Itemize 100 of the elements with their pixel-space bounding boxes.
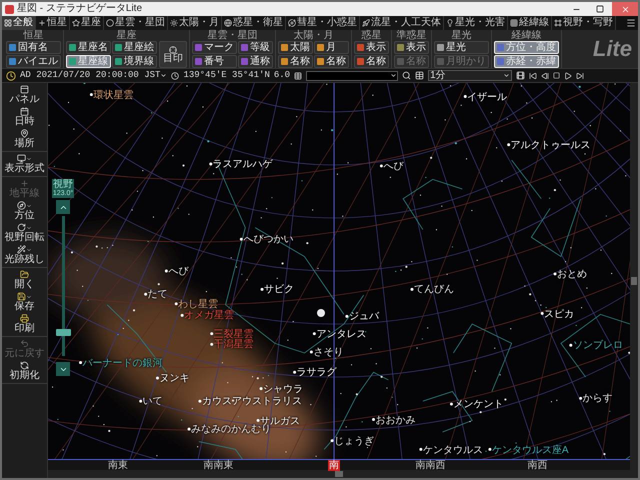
- square-icon: [317, 44, 324, 51]
- ribbon-toggle-button[interactable]: 番号: [192, 55, 237, 68]
- group-title: 惑星: [362, 30, 382, 41]
- sky-label: メンケント: [453, 400, 504, 410]
- crosshair-icon: [169, 46, 177, 54]
- group-title: 星座: [116, 30, 136, 41]
- ribbon-toggle-button[interactable]: 星座名: [66, 41, 111, 54]
- sky-label: へびつかい: [243, 235, 294, 246]
- location-text: 139°45'E 35°41'N: [183, 71, 270, 80]
- sky-label: いて: [142, 397, 163, 408]
- sky-label: スピカ: [544, 310, 574, 320]
- zoom-slider-track[interactable]: [56, 216, 70, 356]
- search-icon[interactable]: [402, 71, 412, 80]
- step-back-icon[interactable]: [541, 72, 550, 80]
- sidebar-button[interactable]: 印刷: [2, 313, 47, 335]
- ribbon-tab[interactable]: 太陽・月: [168, 16, 222, 30]
- ribbon-toggle-button[interactable]: 表示: [394, 41, 429, 54]
- group-title: 太陽・月: [294, 30, 334, 41]
- ribbon-tab[interactable]: 惑星・衛星: [222, 16, 286, 30]
- skip-back-icon[interactable]: [529, 72, 538, 80]
- table-icon[interactable]: [415, 71, 424, 80]
- ribbon-toggle-button[interactable]: 名称: [278, 55, 313, 68]
- skip-forward-icon[interactable]: [576, 72, 584, 80]
- play-icon[interactable]: [564, 72, 572, 80]
- save-icon: [17, 292, 26, 301]
- ribbon-tab[interactable]: 恒星: [36, 16, 70, 30]
- ribbon-tab[interactable]: 星座: [70, 16, 104, 30]
- ribbon-tab[interactable]: 視野・写野: [552, 16, 616, 30]
- ribbon-toggle-button[interactable]: 名称: [354, 55, 389, 68]
- sky-label: じょうぎ: [334, 436, 374, 447]
- ribbon-toggle-button[interactable]: 通称: [238, 55, 273, 68]
- ribbon-tab[interactable]: 彗星・小惑星: [286, 16, 360, 30]
- ribbon-toggle-button[interactable]: 等級: [238, 41, 273, 54]
- ribbon-toggle-button[interactable]: 名称: [314, 55, 349, 68]
- monitor-icon: [17, 154, 26, 163]
- clock-icon[interactable]: [6, 70, 16, 80]
- ribbon-toggle-button[interactable]: 星光: [434, 41, 489, 54]
- zoom-out-button[interactable]: [56, 362, 70, 376]
- sidebar-button[interactable]: 初期化: [2, 360, 47, 382]
- square-icon: [281, 58, 288, 65]
- ribbon-toggle-button[interactable]: バイエル: [6, 55, 61, 68]
- ribbon-toggle-button[interactable]: 境界線: [112, 55, 157, 68]
- sidebar-button[interactable]: 視野回転: [2, 222, 47, 244]
- sidebar-button[interactable]: 保存: [2, 291, 47, 313]
- caret-icon: [390, 72, 398, 79]
- sidebar-button[interactable]: 開く: [2, 269, 47, 291]
- window-title: 星図 - ステラナビゲータLite: [17, 4, 142, 14]
- group-title: 星光: [452, 30, 472, 41]
- film-icon[interactable]: [516, 71, 526, 80]
- ribbon-toggle-button[interactable]: 表示: [354, 41, 389, 54]
- ribbon-tab[interactable]: 星光・光害: [444, 16, 508, 30]
- sidebar-button[interactable]: 場所: [2, 128, 47, 150]
- square-icon: [397, 44, 404, 51]
- ribbon-toggle-button[interactable]: マーク: [192, 41, 237, 54]
- ribbon-tab[interactable]: 全般: [2, 16, 36, 30]
- sky-label: からす: [582, 394, 613, 404]
- ribbon-toggle-button[interactable]: 星座絵: [112, 41, 157, 54]
- object-search-field[interactable]: [306, 70, 398, 80]
- map-pin-icon: [20, 129, 29, 138]
- sidebar-button[interactable]: 光跡残し: [2, 244, 47, 266]
- square-icon: [437, 44, 444, 51]
- sky-label: 環状星雲: [93, 90, 134, 101]
- sky-label: ヌンキ: [159, 374, 190, 384]
- sidebar-button[interactable]: 日時: [2, 106, 47, 128]
- folder-icon: [20, 270, 29, 279]
- rocket-icon: [362, 19, 370, 27]
- square-icon: [497, 58, 504, 65]
- square-icon: [115, 58, 122, 65]
- zoom-in-button[interactable]: [56, 200, 70, 214]
- sidebar-button[interactable]: 表示形式: [2, 153, 47, 175]
- sidebar-button[interactable]: パネル: [2, 84, 47, 106]
- square-icon: [357, 58, 364, 65]
- square-icon: [69, 44, 76, 51]
- zoom-slider-thumb[interactable]: [56, 329, 70, 336]
- table-icon[interactable]: [294, 72, 302, 80]
- compass-icon: [17, 201, 26, 210]
- vertical-scrollbar[interactable]: [630, 83, 638, 478]
- scroll-thumb[interactable]: [335, 471, 343, 477]
- caret-icon: [26, 294, 32, 300]
- ribbon-tab[interactable]: 経緯線: [508, 16, 552, 30]
- compass-direction: 南: [328, 460, 340, 471]
- datetime-dropdown[interactable]: AD 2021/07/20 20:00:00 JST: [20, 71, 168, 80]
- ribbon-tab[interactable]: 流星・人工天体: [360, 16, 444, 30]
- orbit-icon: [288, 19, 296, 27]
- stop-icon[interactable]: [553, 72, 560, 79]
- ribbon-tab[interactable]: 星雲・星団: [104, 16, 168, 30]
- caret-icon: [26, 202, 32, 208]
- menu-icon[interactable]: [626, 18, 636, 28]
- square-icon: [115, 44, 122, 51]
- ribbon-toggle-button[interactable]: 月: [314, 41, 349, 54]
- sidebar-button[interactable]: 方位: [2, 200, 47, 222]
- landmark-button[interactable]: 目印: [159, 41, 187, 68]
- sky-label: ラスアルハゲ: [212, 160, 273, 170]
- scroll-thumb[interactable]: [631, 276, 637, 284]
- ribbon-toggle-button[interactable]: 固有名: [6, 41, 61, 54]
- interval-dropdown[interactable]: 1分: [428, 70, 512, 81]
- wand-icon: [17, 245, 26, 254]
- ribbon-toggle-button[interactable]: 太陽: [278, 41, 313, 54]
- group-title: 準惑星: [396, 30, 426, 41]
- horizontal-scrollbar[interactable]: [48, 470, 630, 478]
